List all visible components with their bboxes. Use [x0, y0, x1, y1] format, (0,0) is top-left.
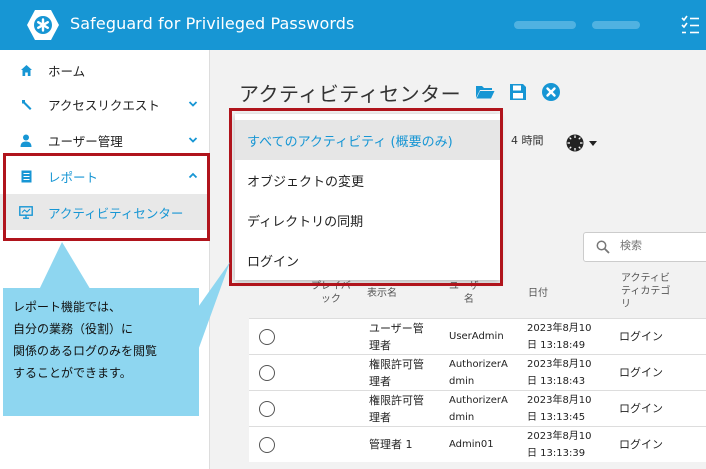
- callout-line: 関係のあるログのみを閲覧: [13, 344, 158, 358]
- sidebar-item-label: レポート: [48, 169, 99, 185]
- callout-line: 自分の業務（役割）に: [13, 322, 134, 336]
- save-icon[interactable]: [508, 82, 528, 102]
- chevron-down-icon[interactable]: [188, 99, 198, 109]
- folder-open-icon[interactable]: [475, 82, 495, 102]
- user-name-cell: AuthorizerA dmin: [449, 359, 508, 387]
- date-cell: 2023年8月10 日 13:13:45: [527, 395, 592, 423]
- home-icon: [19, 63, 33, 77]
- category-cell: ログイン: [619, 402, 663, 415]
- table-row[interactable]: 権限許可管 理者 AuthorizerA dmin 2023年8月10 日 13…: [249, 390, 706, 426]
- sidebar-item-label: ホーム: [48, 63, 86, 79]
- category-cell: ログイン: [619, 330, 663, 343]
- category-cell: ログイン: [619, 438, 663, 451]
- time-range-label[interactable]: 4 時間: [511, 132, 544, 148]
- user-name-cell: UserAdmin: [449, 331, 504, 342]
- sidebar-item-access-request[interactable]: アクセスリクエスト: [0, 86, 210, 122]
- callout-line: レポート機能では、: [13, 300, 122, 314]
- sidebar-item-label: ユーザー管理: [48, 133, 123, 149]
- user-name-cell: AuthorizerA dmin: [449, 395, 508, 423]
- document-icon: [19, 169, 33, 183]
- chevron-down-icon[interactable]: [188, 135, 198, 145]
- user-role-blurred[interactable]: [592, 21, 640, 29]
- column-header-date[interactable]: 日付: [528, 287, 548, 300]
- user-icon: [19, 133, 33, 147]
- display-name-cell: 権限許可管 理者: [369, 394, 424, 424]
- column-header-category[interactable]: アクティビ ティカテゴ リ: [621, 272, 670, 311]
- table-row[interactable]: 権限許可管 理者 AuthorizerA dmin 2023年8月10 日 13…: [249, 354, 706, 390]
- task-list-icon[interactable]: [680, 14, 700, 36]
- row-radio[interactable]: [259, 365, 275, 381]
- dropdown-option-directory-sync[interactable]: ディレクトリの同期: [235, 200, 500, 240]
- annotation-callout: レポート機能では、 自分の業務（役割）に 関係のあるログのみを閲覧 することがで…: [3, 288, 199, 416]
- row-radio[interactable]: [259, 437, 275, 453]
- activity-table: プレイバ ック 表示名 ユーザー 名 日付 アクティビ ティカテゴ リ ユーザー…: [249, 270, 706, 469]
- caret-down-icon: [589, 141, 597, 146]
- page-title: アクティビティセンター: [239, 82, 462, 106]
- app-title: Safeguard for Privileged Passwords: [70, 14, 355, 33]
- wrench-icon: [19, 97, 33, 111]
- search-field[interactable]: [583, 232, 706, 262]
- dropdown-option-object-changes[interactable]: オブジェクトの変更: [235, 160, 500, 200]
- category-cell: ログイン: [619, 366, 663, 379]
- sidebar-item-user-management[interactable]: ユーザー管理: [0, 122, 210, 158]
- sidebar-item-reports[interactable]: レポート: [0, 158, 210, 194]
- clock-icon: [566, 134, 584, 152]
- activity-filter-dropdown[interactable]: すべてのアクティビティ (概要のみ) オブジェクトの変更 ディレクトリの同期 ロ…: [235, 114, 500, 280]
- date-cell: 2023年8月10 日 13:13:39: [527, 431, 592, 459]
- table-row[interactable]: ユーザー管 理者 UserAdmin 2023年8月10 日 13:18:49 …: [249, 318, 706, 354]
- display-name-cell: ユーザー管 理者: [369, 322, 424, 352]
- sidebar-item-activity-center[interactable]: アクティビティセンター: [0, 194, 210, 230]
- user-name-blurred[interactable]: [514, 21, 576, 29]
- callout-line: することができます。: [13, 366, 132, 380]
- table-row[interactable]: 管理者 1 Admin01 2023年8月10 日 13:13:39 ログイン: [249, 426, 706, 462]
- row-radio[interactable]: [259, 401, 275, 417]
- search-input[interactable]: [620, 239, 700, 252]
- dropdown-option-all-activity[interactable]: すべてのアクティビティ (概要のみ): [235, 120, 500, 160]
- column-header-display-name[interactable]: 表示名: [367, 287, 397, 300]
- time-range-button[interactable]: [565, 132, 611, 154]
- date-cell: 2023年8月10 日 13:18:43: [527, 359, 592, 387]
- column-header-user-name[interactable]: ユーザー 名: [449, 280, 489, 306]
- date-cell: 2023年8月10 日 13:18:49: [527, 323, 592, 351]
- display-name-cell: 権限許可管 理者: [369, 358, 424, 388]
- monitor-icon: [19, 205, 33, 219]
- user-name-cell: Admin01: [449, 439, 494, 450]
- dropdown-option-login[interactable]: ログイン: [235, 240, 500, 280]
- sidebar-item-label: アクティビティセンター: [48, 205, 184, 221]
- column-header-playback[interactable]: プレイバ ック: [311, 280, 351, 306]
- asterisk-badge-icon[interactable]: [26, 8, 60, 42]
- sidebar-item-home[interactable]: ホーム: [0, 52, 210, 88]
- chevron-up-icon[interactable]: [188, 171, 198, 181]
- sidebar-item-label: アクセスリクエスト: [48, 97, 160, 113]
- close-circle-icon[interactable]: [541, 82, 561, 102]
- top-bar: Safeguard for Privileged Passwords: [0, 0, 706, 50]
- row-radio[interactable]: [259, 329, 275, 345]
- search-icon: [596, 240, 610, 254]
- display-name-cell: 管理者 1: [369, 438, 413, 451]
